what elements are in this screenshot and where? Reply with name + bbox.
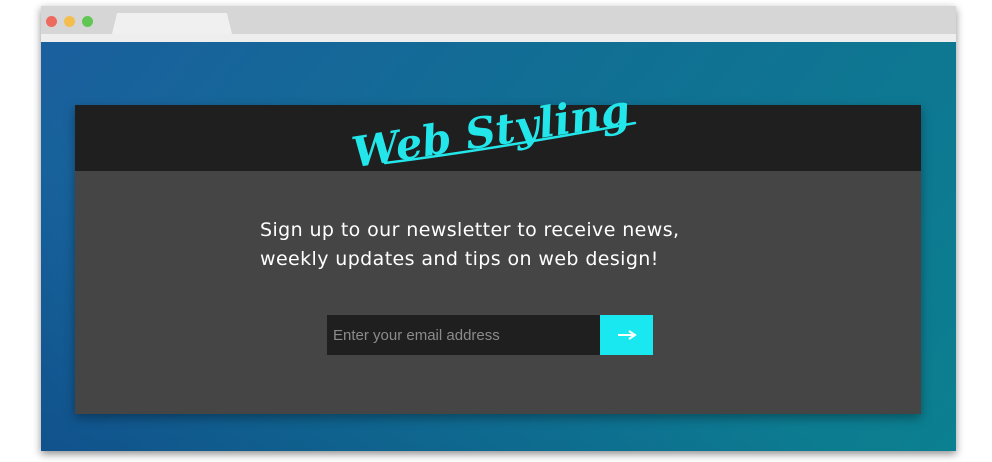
maximize-window-button[interactable] [82,16,93,27]
email-field[interactable] [327,315,600,355]
card-header: Web Styling [75,85,921,173]
minimize-window-button[interactable] [64,16,75,27]
newsletter-message: Sign up to our newsletter to receive new… [260,216,780,274]
browser-window: Web Styling Sign up to our newsletter to… [41,6,956,451]
newsletter-message-line-2: weekly updates and tips on web design! [260,248,659,270]
newsletter-message-line-1: Sign up to our newsletter to receive new… [260,219,680,241]
web-styling-logo: Web Styling [349,85,637,173]
arrow-right-icon [617,330,637,340]
browser-toolbar [41,34,956,42]
page-viewport: Web Styling Sign up to our newsletter to… [41,42,956,451]
submit-button[interactable] [600,315,653,355]
signup-form [327,315,653,355]
logo-text: Web Styling [349,85,634,173]
newsletter-card: Web Styling Sign up to our newsletter to… [75,85,921,414]
close-window-button[interactable] [46,16,57,27]
